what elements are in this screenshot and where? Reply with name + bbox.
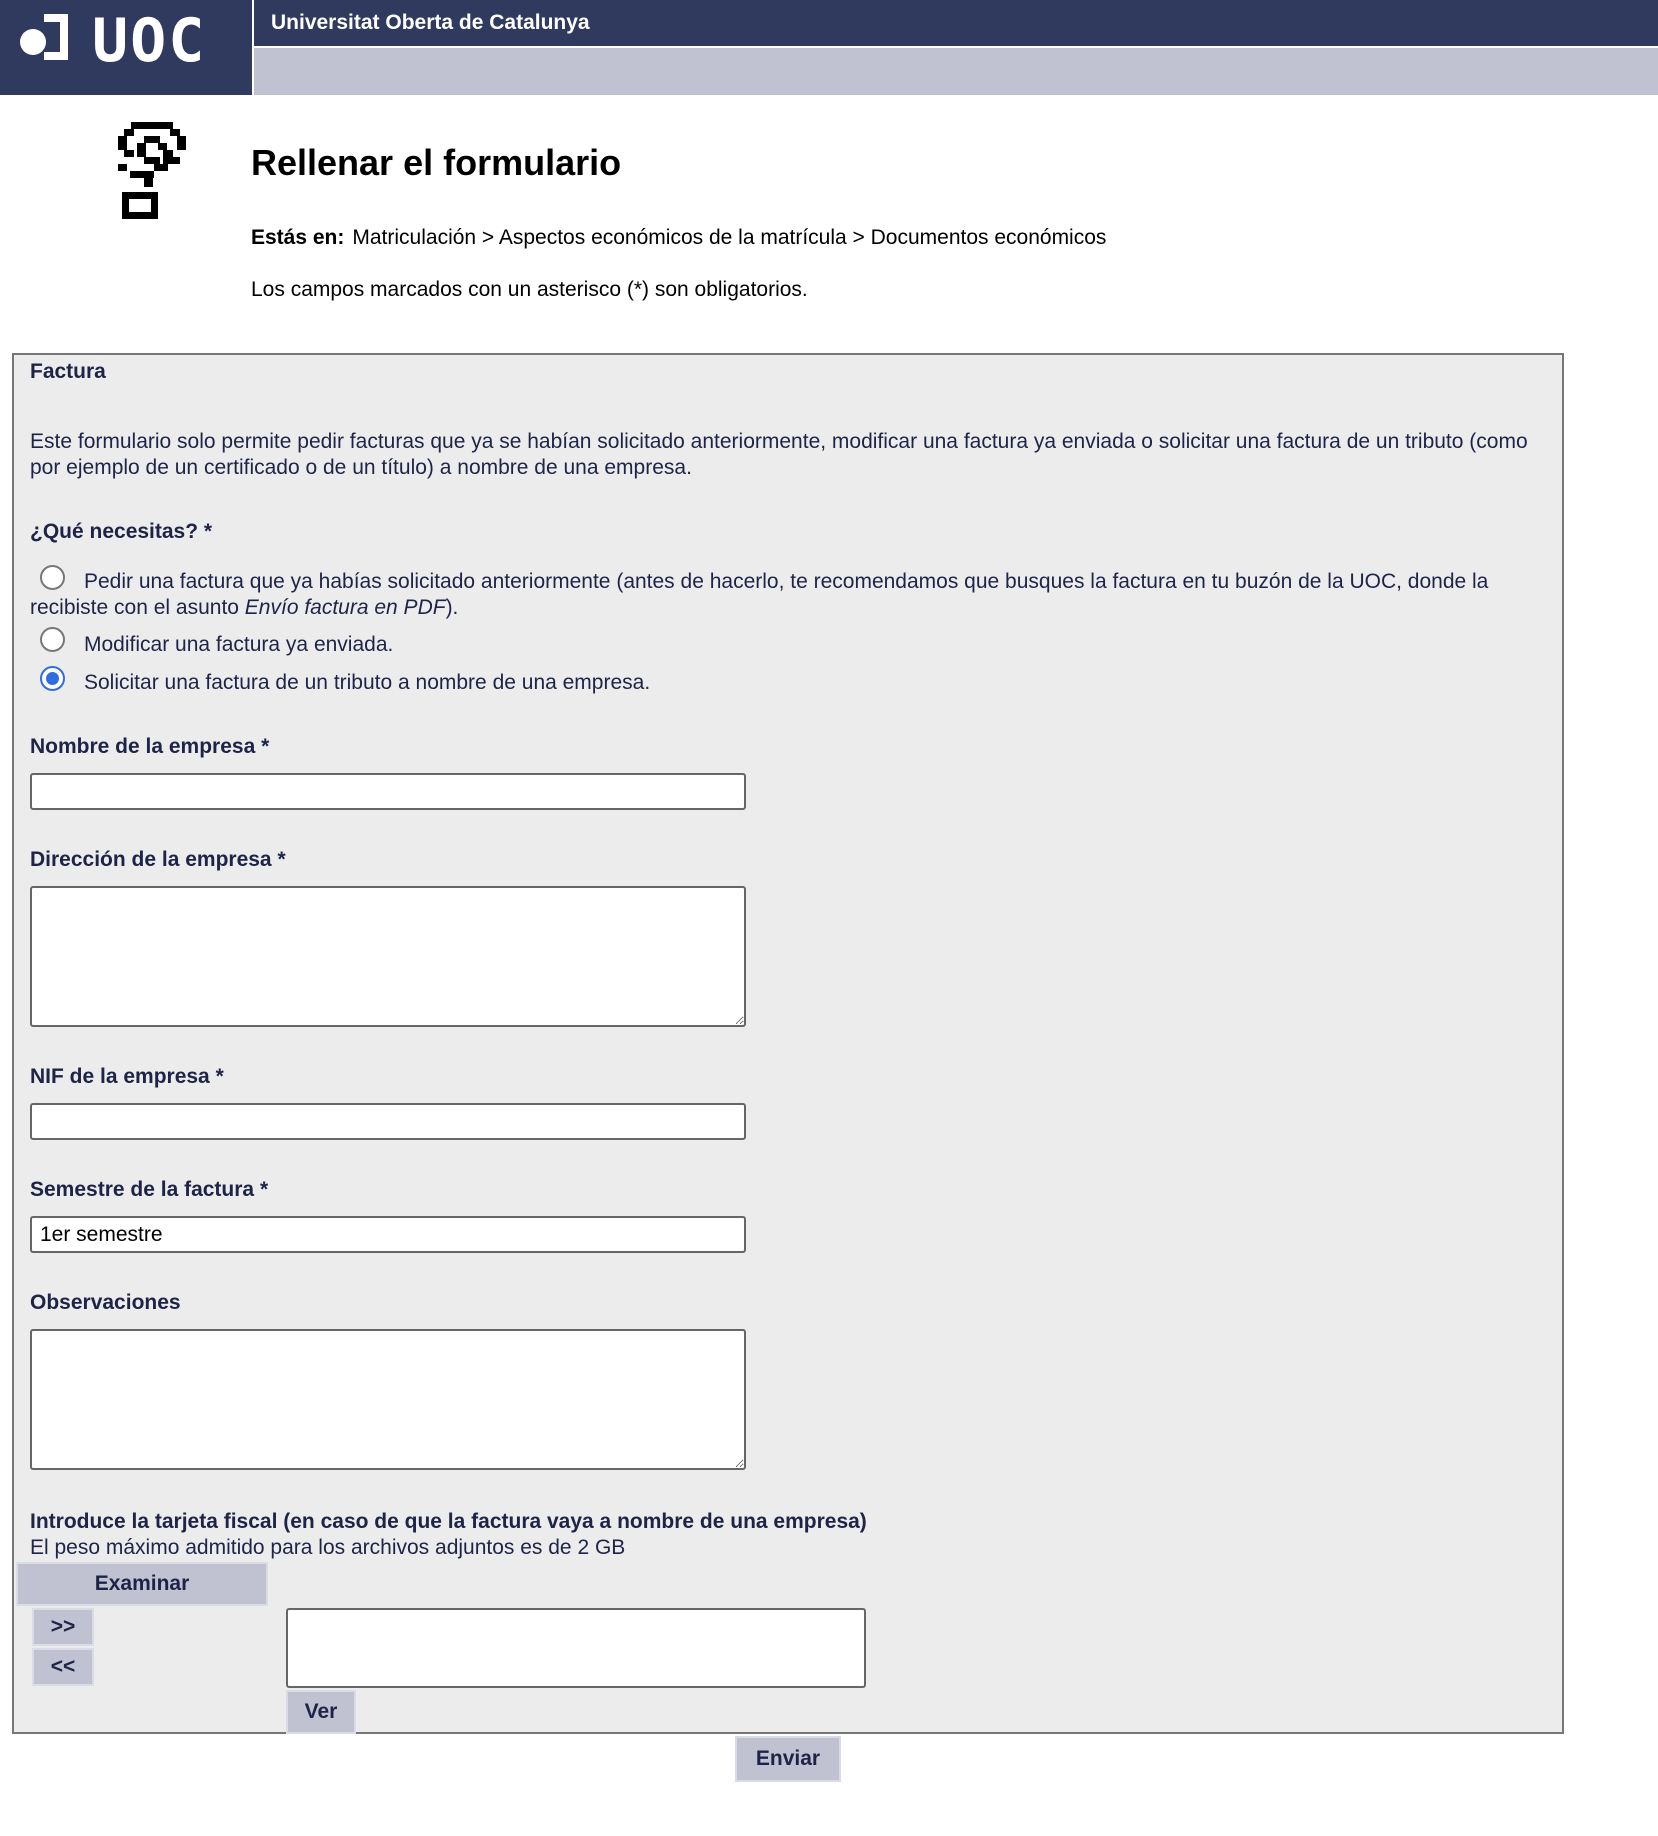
invoice-semester-select[interactable]: 1er semestre [30,1216,746,1253]
company-address-label: Dirección de la empresa * [30,848,286,871]
company-nif-input[interactable] [30,1103,746,1140]
breadcrumb: Estás en: Matriculación > Aspectos económ… [251,225,1106,251]
max-file-size-note: El peso máximo admitido para los archivo… [30,1536,626,1559]
question-mark-icon [118,122,186,219]
add-file-button[interactable]: >> [32,1608,94,1646]
company-address-textarea[interactable] [30,886,746,1027]
company-nif-label: NIF de la empresa * [30,1065,224,1088]
form-description: Este formulario solo permite pedir factu… [30,430,1528,479]
logo-bracket-icon [44,14,68,60]
radio-company-tax-invoice[interactable] [40,666,65,691]
email-subject-text: Envío factura en PDF [244,596,446,619]
fieldset-legend: Factura [30,360,106,383]
submit-button[interactable]: Enviar [735,1736,841,1782]
logo-dot-icon [20,29,46,55]
invoice-semester-label: Semestre de la factura * [30,1178,269,1201]
observations-label: Observaciones [30,1291,181,1314]
remove-file-button[interactable]: << [32,1648,94,1686]
view-file-button[interactable]: Ver [286,1690,356,1734]
browse-button[interactable]: Examinar [16,1562,268,1606]
option-request-previous-invoice-label: Pedir una factura que ya habías solicita… [30,570,1489,619]
option-company-tax-invoice-label: Solicitar una factura de un tributo a no… [84,671,651,694]
breadcrumb-lead: Estás en: [251,226,345,249]
header-subbar [254,48,1658,95]
fiscal-card-label: Introduce la tarjeta fiscal (en caso de … [30,1510,867,1533]
company-name-input[interactable] [30,773,746,810]
need-question-label: ¿Qué necesitas? * [30,520,213,543]
attached-files-list[interactable] [286,1608,866,1688]
option-modify-invoice-label: Modificar una factura ya enviada. [84,633,394,656]
logo-text: UOC [92,6,207,76]
required-fields-note: Los campos marcados con un asterisco (*)… [251,278,808,301]
radio-modify-invoice[interactable] [40,627,65,652]
page-title: Rellenar el formulario [251,142,622,183]
university-name: Universitat Oberta de Catalunya [271,11,590,34]
breadcrumb-path: Matriculación > Aspectos económicos de l… [352,226,1107,249]
observations-textarea[interactable] [30,1329,746,1470]
company-name-label: Nombre de la empresa * [30,735,270,758]
